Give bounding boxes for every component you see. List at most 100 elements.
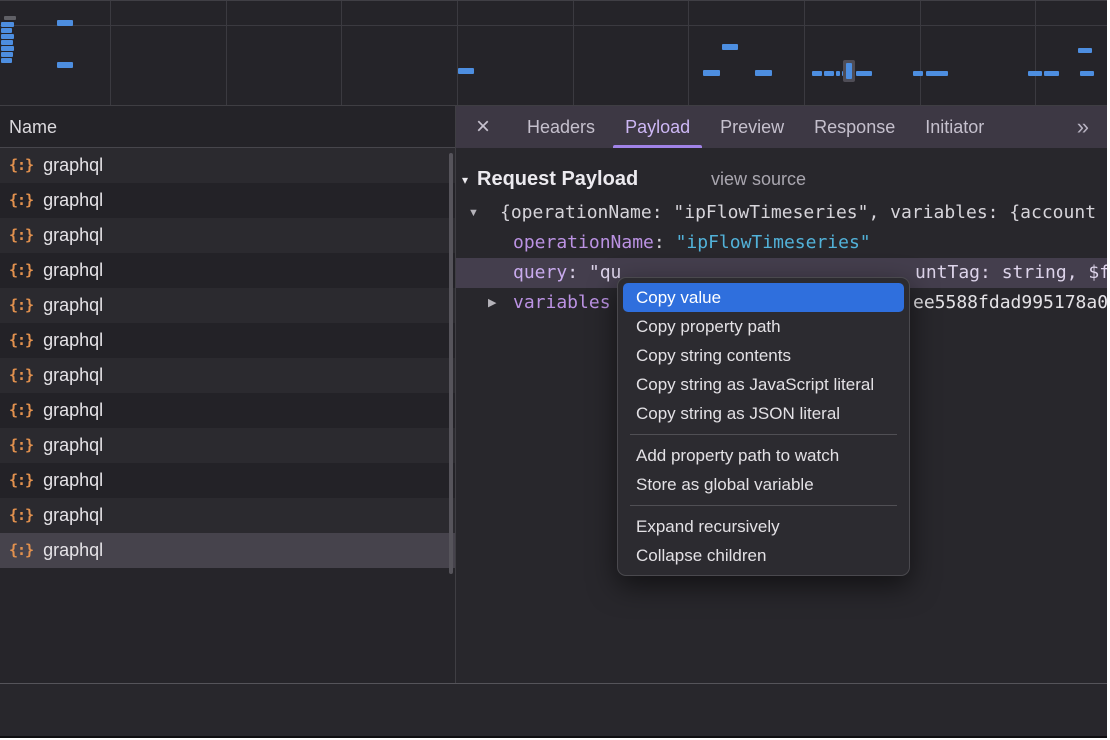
tab-payload[interactable]: Payload bbox=[610, 106, 705, 148]
waterfall-bar bbox=[812, 71, 822, 76]
scrollbar-thumb[interactable] bbox=[449, 153, 453, 574]
menu-item-copy-string-as-javascript-literal[interactable]: Copy string as JavaScript literal bbox=[623, 370, 904, 399]
tab-headers[interactable]: Headers bbox=[512, 106, 610, 148]
waterfall-bar bbox=[1, 58, 12, 63]
json-file-icon: {:} bbox=[9, 253, 33, 288]
menu-item-add-property-path-to-watch[interactable]: Add property path to watch bbox=[623, 441, 904, 470]
json-file-icon: {:} bbox=[9, 218, 33, 253]
waterfall-bar bbox=[1044, 71, 1059, 76]
json-file-icon: {:} bbox=[9, 148, 33, 183]
json-file-icon: {:} bbox=[9, 393, 33, 428]
waterfall-bar bbox=[856, 71, 872, 76]
tab-initiator[interactable]: Initiator bbox=[910, 106, 999, 148]
overview-gridline bbox=[688, 1, 689, 105]
request-row[interactable]: {:} graphql bbox=[0, 253, 455, 288]
overview-gridline bbox=[920, 1, 921, 105]
property-key: operationName bbox=[513, 232, 654, 253]
overview-gridline bbox=[226, 1, 227, 105]
json-file-icon: {:} bbox=[9, 498, 33, 533]
waterfall-bar bbox=[1078, 48, 1092, 53]
tabs: HeadersPayloadPreviewResponseInitiator bbox=[512, 106, 999, 148]
overview-gridline bbox=[110, 1, 111, 105]
json-file-icon: {:} bbox=[9, 288, 33, 323]
tab-response[interactable]: Response bbox=[799, 106, 910, 148]
variables-preview-fragment: ee5588fdad995178a0 bbox=[913, 288, 1107, 318]
menu-item-copy-string-contents[interactable]: Copy string contents bbox=[623, 341, 904, 370]
network-overview-waterfall[interactable] bbox=[0, 1, 1107, 106]
section-title: Request Payload bbox=[477, 160, 638, 198]
root-object-preview: {operationName: "ipFlowTimeseries", vari… bbox=[500, 198, 1096, 228]
waterfall-bar bbox=[836, 71, 840, 76]
menu-item-copy-property-path[interactable]: Copy property path bbox=[623, 312, 904, 341]
request-row[interactable]: {:}graphql bbox=[0, 183, 455, 218]
waterfall-bar bbox=[458, 68, 474, 74]
request-row[interactable]: {:} graphql bbox=[0, 288, 455, 323]
menu-item-expand-recursively[interactable]: Expand recursively bbox=[623, 512, 904, 541]
menu-item-collapse-children[interactable]: Collapse children bbox=[623, 541, 904, 570]
tree-row-root[interactable]: ▼ {operationName: "ipFlowTimeseries", va… bbox=[456, 198, 1107, 228]
name-column-header[interactable]: Name bbox=[0, 106, 455, 148]
menu-item-copy-value[interactable]: Copy value bbox=[623, 283, 904, 312]
key-value-separator: : bbox=[567, 262, 589, 283]
request-row[interactable]: {:}graphql bbox=[0, 393, 455, 428]
property-key: variables bbox=[513, 288, 611, 318]
request-row[interactable]: {:} graphql bbox=[0, 463, 455, 498]
waterfall-bar bbox=[57, 20, 73, 26]
json-file-icon: {:} bbox=[9, 183, 33, 218]
overview-gridline bbox=[804, 1, 805, 105]
waterfall-bar bbox=[1, 40, 13, 45]
waterfall-bar bbox=[1, 22, 14, 27]
request-name: graphql bbox=[43, 323, 103, 358]
tree-row-operation-name[interactable]: operationName: "ipFlowTimeseries" bbox=[456, 228, 1107, 258]
menu-separator bbox=[630, 505, 897, 506]
request-row[interactable]: {:}graphql bbox=[0, 428, 455, 463]
request-row[interactable]: {:}graphql bbox=[0, 148, 455, 183]
overview-gridline bbox=[341, 1, 342, 105]
waterfall-bar bbox=[57, 62, 73, 68]
tab-preview[interactable]: Preview bbox=[705, 106, 799, 148]
menu-item-store-as-global-variable[interactable]: Store as global variable bbox=[623, 470, 904, 499]
name-column-label: Name bbox=[9, 117, 57, 137]
view-source-link[interactable]: view source bbox=[711, 160, 806, 198]
json-file-icon: {:} bbox=[9, 533, 33, 568]
close-icon[interactable]: × bbox=[476, 106, 490, 148]
request-name: graphql bbox=[43, 288, 103, 323]
overview-gridline bbox=[1035, 1, 1036, 105]
details-tabbar: × HeadersPayloadPreviewResponseInitiator… bbox=[456, 106, 1107, 148]
requests-panel: Name {:} graphql {:} graphql {:} graphql {:} gr… bbox=[0, 106, 455, 683]
request-name: graphql bbox=[43, 218, 103, 253]
overview-gridline bbox=[573, 1, 574, 105]
waterfall-bar bbox=[1, 46, 14, 51]
request-row[interactable]: {:} graphql bbox=[0, 498, 455, 533]
section-collapse-icon[interactable]: ▾ bbox=[462, 161, 468, 199]
request-name: graphql bbox=[43, 358, 103, 393]
menu-item-copy-string-as-json-literal[interactable]: Copy string as JSON literal bbox=[623, 399, 904, 428]
waterfall-bar bbox=[703, 70, 720, 76]
waterfall-bar bbox=[1, 34, 14, 39]
selected-request-marker-bar bbox=[846, 63, 852, 79]
json-file-icon: {:} bbox=[9, 358, 33, 393]
request-name: graphql bbox=[43, 533, 103, 568]
request-row[interactable]: {:} graphql bbox=[0, 533, 455, 568]
json-file-icon: {:} bbox=[9, 463, 33, 498]
request-payload-section: ▾ Request Payload view source bbox=[456, 160, 1107, 198]
waterfall-bar bbox=[1028, 71, 1042, 76]
expander-icon[interactable]: ▼ bbox=[468, 198, 479, 228]
request-row[interactable]: {:} graphql bbox=[0, 358, 455, 393]
request-name: graphql bbox=[43, 253, 103, 288]
request-name: graphql bbox=[43, 498, 103, 533]
request-row[interactable]: {:}graphql bbox=[0, 323, 455, 358]
footer-empty-area bbox=[0, 684, 1107, 736]
waterfall-bar bbox=[1, 28, 12, 33]
expander-icon[interactable]: ▶ bbox=[488, 288, 496, 318]
overview-divider-line bbox=[0, 25, 1107, 26]
request-row[interactable]: {:} graphql bbox=[0, 218, 455, 253]
waterfall-bar bbox=[926, 71, 948, 76]
property-value: "ipFlowTimeseries" bbox=[676, 232, 871, 253]
active-tab-underline bbox=[613, 145, 702, 148]
overview-gridline bbox=[457, 1, 458, 105]
more-tabs-icon[interactable]: » bbox=[1077, 114, 1089, 140]
devtools-window: Name {:} graphql {:} graphql {:} graphql {:} gr… bbox=[0, 0, 1107, 738]
request-name: graphql bbox=[43, 463, 103, 498]
waterfall-bar bbox=[1, 52, 13, 57]
